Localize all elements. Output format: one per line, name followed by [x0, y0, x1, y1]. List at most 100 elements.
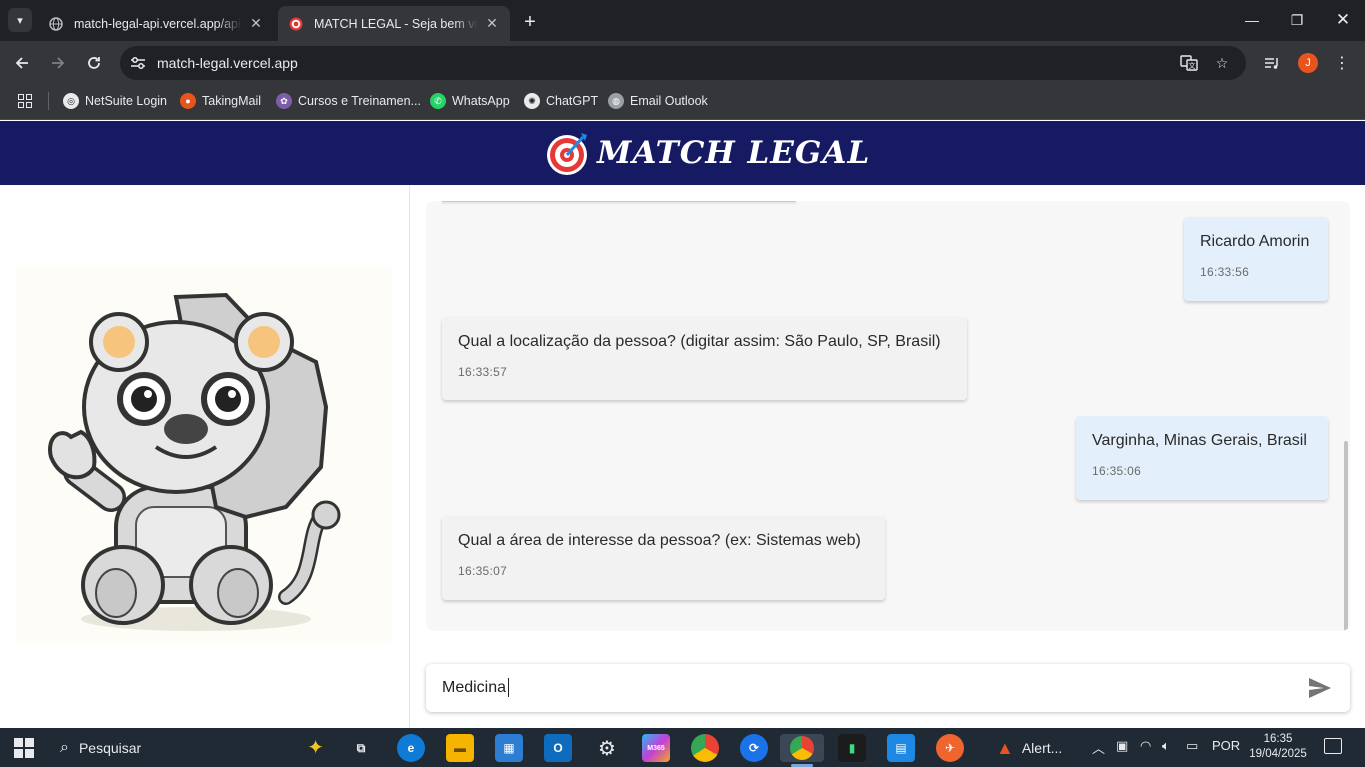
- taskbar-clock[interactable]: 16:35 19/04/2025: [1247, 732, 1309, 762]
- bookmark-chatgpt[interactable]: ✺ ChatGPT: [524, 91, 598, 111]
- message-composer: [426, 664, 1350, 712]
- chatgpt-icon: ✺: [524, 93, 540, 109]
- m365-label: M365: [647, 744, 665, 752]
- more-options-icon[interactable]: ⋮: [1332, 51, 1352, 75]
- match-legal-favicon-icon: [288, 16, 304, 32]
- svg-text:文: 文: [1189, 61, 1196, 70]
- takingmail-icon: ●: [180, 93, 196, 109]
- alert-warning-icon: ▲: [996, 737, 1014, 758]
- minimize-icon[interactable]: —: [1237, 8, 1267, 32]
- message-text: Qual a localização da pessoa? (digitar a…: [458, 333, 941, 350]
- brand-logo[interactable]: MATCH LEGAL: [543, 128, 870, 178]
- battery-icon[interactable]: ▭: [1186, 738, 1198, 754]
- tray-device-icon[interactable]: ▣: [1116, 738, 1128, 754]
- wifi-icon[interactable]: ◠: [1140, 738, 1151, 754]
- tab-match-legal-api[interactable]: match-legal-api.vercel.app/api/ ✕: [38, 6, 274, 41]
- chat-panel: Ricardo Amorin 16:33:56 Qual a localizaç…: [410, 185, 1365, 728]
- message-text: Varginha, Minas Gerais, Brasil: [1092, 432, 1307, 449]
- left-panel: [0, 185, 410, 728]
- message-time: 16:35:07: [458, 564, 508, 578]
- tab-match-legal[interactable]: MATCH LEGAL - Seja bem vindo ✕: [278, 6, 510, 41]
- bookmark-whatsapp[interactable]: ✆ WhatsApp: [430, 91, 510, 111]
- document-app-icon[interactable]: ▤: [887, 734, 915, 762]
- reload-icon[interactable]: [81, 50, 107, 76]
- url-text: match-legal.vercel.app: [157, 55, 298, 71]
- close-tab-icon[interactable]: ✕: [484, 15, 500, 32]
- outlook-icon[interactable]: O: [544, 734, 572, 762]
- message-input[interactable]: [442, 676, 1292, 700]
- bookmark-star-icon[interactable]: ☆: [1211, 53, 1233, 73]
- back-icon[interactable]: [9, 50, 35, 76]
- settings-icon[interactable]: ⚙: [593, 734, 621, 762]
- cursos-icon: ✿: [276, 93, 292, 109]
- chrome-canary-icon[interactable]: ⟳: [740, 734, 768, 762]
- bookmark-label: ChatGPT: [546, 94, 599, 108]
- taskbar-alert-app[interactable]: ▲ Alert...: [996, 736, 1062, 760]
- task-view-icon[interactable]: ⧉: [347, 734, 375, 762]
- globe-icon: ◍: [608, 93, 624, 109]
- restore-icon[interactable]: ❐: [1282, 8, 1312, 32]
- tab-strip: ▾ match-legal-api.vercel.app/api/ ✕ MATC…: [0, 0, 1365, 41]
- clock-date: 19/04/2025: [1249, 748, 1307, 760]
- bookmark-cursos[interactable]: ✿ Cursos e Treinamen...: [276, 91, 421, 111]
- forward-icon[interactable]: [45, 50, 71, 76]
- windows-start-icon[interactable]: [14, 738, 34, 758]
- message-time: 16:33:57: [458, 365, 508, 379]
- bookmarks-divider: [48, 92, 49, 110]
- previous-message-edge: [442, 201, 796, 202]
- new-tab-button[interactable]: +: [518, 10, 542, 34]
- send-button[interactable]: [1306, 676, 1334, 700]
- message-time: 16:35:06: [1092, 464, 1142, 478]
- alert-label: Alert...: [1021, 740, 1063, 756]
- dev-app-icon[interactable]: ▮: [838, 734, 866, 762]
- address-bar[interactable]: match-legal.vercel.app 文 ☆: [120, 46, 1246, 80]
- postman-icon[interactable]: ✈: [936, 734, 964, 762]
- bookmark-takingmail[interactable]: ● TakingMail: [180, 91, 261, 111]
- bookmark-label: Cursos e Treinamen...: [298, 94, 421, 108]
- message-time: 16:33:56: [1200, 265, 1250, 279]
- volume-icon[interactable]: 🔈︎: [1162, 738, 1170, 754]
- text-caret: [508, 678, 509, 697]
- chrome-profile-active-icon[interactable]: [780, 734, 824, 762]
- apps-grid-icon[interactable]: [16, 92, 34, 110]
- brand-wordmark: MATCH LEGAL: [597, 135, 871, 171]
- bookmarks-bar: ◎ NetSuite Login ● TakingMail ✿ Cursos e…: [0, 83, 1365, 120]
- tab-search-chevron-icon[interactable]: ▾: [8, 8, 32, 32]
- close-window-icon[interactable]: ✕: [1328, 8, 1358, 32]
- netsuite-icon: ◎: [63, 93, 79, 109]
- translate-icon[interactable]: 文: [1178, 53, 1200, 73]
- globe-icon: [48, 16, 64, 32]
- message-bot: Qual a localização da pessoa? (digitar a…: [442, 317, 967, 400]
- show-hidden-icons-chevron-icon[interactable]: ︿: [1092, 738, 1105, 757]
- bookmark-netsuite[interactable]: ◎ NetSuite Login: [63, 91, 167, 111]
- m365-icon[interactable]: M365: [642, 734, 670, 762]
- edge-icon[interactable]: e: [397, 734, 425, 762]
- bookmark-email-outlook[interactable]: ◍ Email Outlook: [608, 91, 708, 111]
- message-bot: Qual a área de interesse da pessoa? (ex:…: [442, 516, 885, 600]
- site-settings-icon[interactable]: [128, 53, 148, 73]
- site-header: MATCH LEGAL: [0, 121, 1365, 185]
- message-text: Qual a área de interesse da pessoa? (ex:…: [458, 532, 861, 549]
- chrome-icon[interactable]: [691, 734, 719, 762]
- tab-title: MATCH LEGAL - Seja bem vindo: [314, 16, 478, 31]
- microsoft-store-icon[interactable]: ▦: [495, 734, 523, 762]
- copilot-sparkle-icon: ✦: [307, 737, 324, 759]
- target-icon: [547, 133, 587, 175]
- message-text: Ricardo Amorin: [1200, 233, 1310, 250]
- close-tab-icon[interactable]: ✕: [248, 15, 264, 32]
- robot-lion-mascot-image: [16, 267, 392, 643]
- language-indicator[interactable]: POR: [1212, 738, 1240, 753]
- chat-messages[interactable]: Ricardo Amorin 16:33:56 Qual a localizaç…: [426, 201, 1350, 631]
- tab-title: match-legal-api.vercel.app/api/: [74, 16, 242, 31]
- file-explorer-icon[interactable]: ▬: [446, 734, 474, 762]
- send-icon: [1309, 678, 1331, 698]
- profile-avatar[interactable]: J: [1298, 53, 1318, 73]
- bookmark-label: WhatsApp: [452, 94, 510, 108]
- taskbar-search-label: Pesquisar: [78, 739, 142, 756]
- browser-toolbar: match-legal.vercel.app 文 ☆ J ⋮: [0, 41, 1365, 83]
- media-controls-icon[interactable]: [1259, 50, 1285, 76]
- notifications-icon[interactable]: [1324, 738, 1342, 754]
- taskbar-search[interactable]: ⌕ Pesquisar ✦: [48, 728, 330, 767]
- chat-scrollbar[interactable]: [1344, 441, 1348, 631]
- whatsapp-icon: ✆: [430, 93, 446, 109]
